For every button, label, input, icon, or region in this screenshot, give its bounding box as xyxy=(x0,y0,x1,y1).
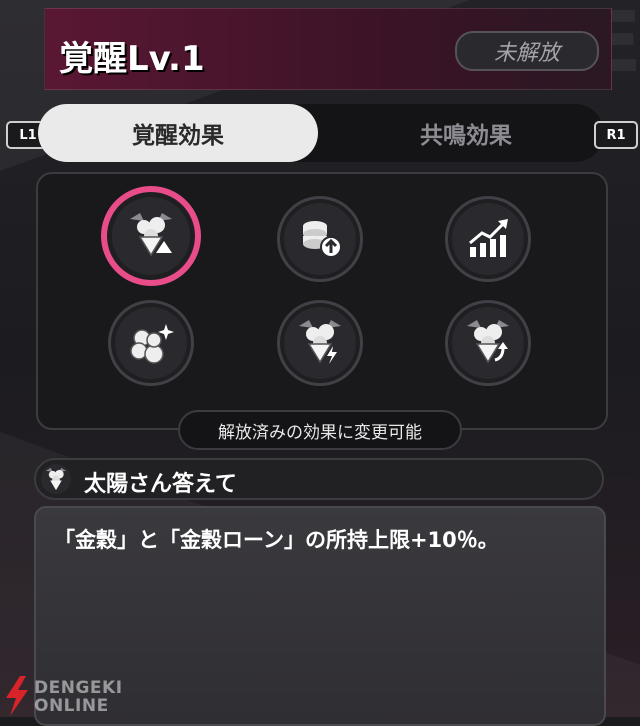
effect-slot-2[interactable] xyxy=(277,196,363,282)
effect-slot-3[interactable] xyxy=(445,196,531,282)
growth-chart-icon xyxy=(469,219,508,257)
tab-awakening-effect[interactable]: 覚醒効果 xyxy=(38,104,318,162)
effect-slot-5[interactable] xyxy=(277,300,363,386)
effect-name-icon-wrapper xyxy=(41,464,71,494)
tab-bar: 覚醒効果 共鳴効果 xyxy=(38,104,604,162)
lightning-bolt-icon xyxy=(6,676,28,716)
watermark-line-1: DENGEKI xyxy=(34,678,123,698)
bouquet-icon xyxy=(45,467,67,491)
bouquet-bolt-icon xyxy=(299,320,341,364)
watermark-line-2: ONLINE xyxy=(34,696,109,716)
status-badge: 未解放 xyxy=(455,31,599,71)
awakening-level-title: 覚醒Lv.1 xyxy=(59,39,205,79)
bouquet-up-icon xyxy=(130,213,172,257)
tab-resonance-effect[interactable]: 共鳴効果 xyxy=(328,104,604,162)
coins-up-icon xyxy=(303,221,342,258)
bouquet-arrow-icon xyxy=(467,320,509,364)
unlocked-effect-note: 解放済みの効果に変更可能 xyxy=(178,410,462,450)
effect-slot-1[interactable] xyxy=(101,186,201,286)
orbs-sparkle-icon xyxy=(130,324,174,364)
effect-name: 太陽さん答えて xyxy=(84,472,237,497)
awakening-header: 覚醒Lv.1 未解放 xyxy=(44,8,612,90)
effect-slot-6[interactable] xyxy=(445,300,531,386)
effect-slot-4[interactable] xyxy=(108,300,194,386)
effect-description: 「金穀」と「金穀ローン」の所持上限+10％。 xyxy=(54,528,499,552)
r1-button-hint[interactable]: R1 xyxy=(594,121,638,149)
watermark-logo: DENGEKI ONLINE xyxy=(0,676,140,717)
effect-name-bar: 太陽さん答えて xyxy=(34,458,604,500)
